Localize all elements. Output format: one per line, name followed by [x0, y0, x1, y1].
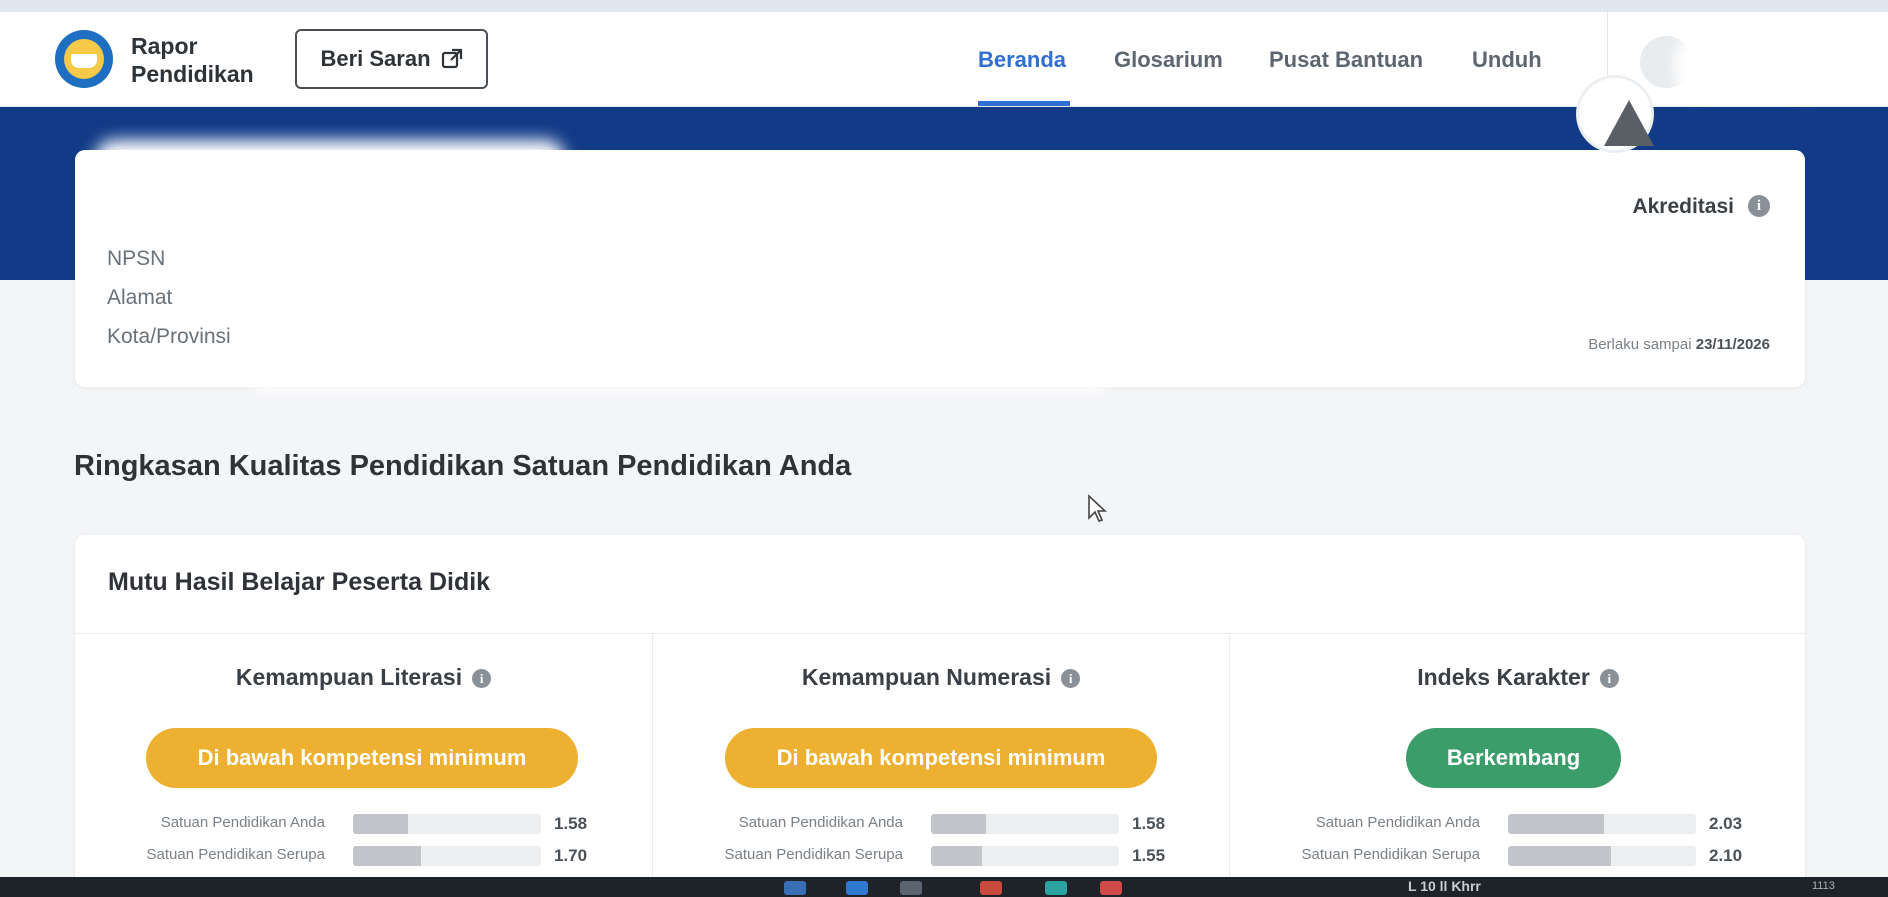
karakter-info-icon[interactable]: i	[1599, 669, 1619, 688]
row-label: Satuan Pendidikan Serupa	[1301, 846, 1480, 863]
row-value: 1.58	[554, 814, 588, 833]
bar-track	[1508, 846, 1696, 866]
numerasi-title: Kemampuan Numerasi i	[653, 664, 1229, 691]
numerasi-info-icon[interactable]: i	[1061, 669, 1081, 688]
karakter-row-serupa: Satuan Pendidikan Serupa 2.10	[1230, 846, 1807, 868]
taskbar-app-icon[interactable]	[900, 881, 922, 895]
row-label: Satuan Pendidikan Serupa	[724, 846, 903, 863]
os-taskbar: L 10 ll Khrr 1113	[0, 877, 1888, 897]
numerasi-row-anda: Satuan Pendidikan Anda 1.58	[653, 814, 1230, 836]
taskbar-app-icon[interactable]	[846, 881, 868, 895]
nav-unduh[interactable]: Unduh	[1472, 47, 1542, 73]
school-info-card: NPSN Alamat Kota/Provinsi Akreditasi i B…	[75, 140, 1805, 390]
row-label: Satuan Pendidikan Anda	[738, 814, 903, 831]
valid-prefix: Berlaku sampai	[1588, 336, 1692, 353]
mouse-cursor-icon	[1088, 494, 1107, 522]
row-value: 2.03	[1709, 814, 1743, 833]
bar-track	[931, 846, 1119, 866]
beri-saran-label: Beri Saran	[320, 46, 431, 71]
bar-track	[353, 846, 541, 866]
tray-text: L 10 ll Khrr	[1408, 878, 1481, 894]
bar-fill	[1508, 846, 1612, 866]
browser-top-strip	[0, 0, 1888, 12]
row-label: Satuan Pendidikan Serupa	[146, 846, 325, 863]
literasi-title: Kemampuan Literasi i	[75, 664, 652, 691]
row-value: 2.10	[1709, 846, 1743, 865]
numerasi-row-serupa: Satuan Pendidikan Serupa 1.55	[653, 846, 1230, 868]
alamat-label: Alamat	[107, 286, 173, 309]
taskbar-app-icon[interactable]	[1045, 881, 1067, 895]
brand-name[interactable]: Rapor Pendidikan	[131, 32, 254, 88]
redacted-school-details	[245, 200, 1115, 390]
brand-line1: Rapor	[131, 33, 198, 59]
row-label: Satuan Pendidikan Anda	[160, 814, 325, 831]
karakter-title-text: Indeks Karakter	[1417, 664, 1590, 690]
nav-beranda[interactable]: Beranda	[978, 47, 1066, 73]
karakter-title: Indeks Karakter i	[1230, 664, 1806, 691]
row-value: 1.58	[1132, 814, 1166, 833]
literasi-column: Kemampuan Literasi i Di bawah kompetensi …	[75, 634, 652, 897]
summary-title: Ringkasan Kualitas Pendidikan Satuan Pen…	[74, 450, 852, 482]
valid-date: 23/11/2026	[1695, 336, 1770, 353]
warning-triangle-icon	[1604, 100, 1654, 146]
bar-fill	[353, 814, 408, 834]
bar-track	[353, 814, 541, 834]
taskbar-app-icon[interactable]	[1100, 881, 1122, 895]
brand-line2: Pendidikan	[131, 61, 254, 87]
akreditasi-info-icon[interactable]: i	[1748, 195, 1770, 217]
karakter-row-anda: Satuan Pendidikan Anda 2.03	[1230, 814, 1807, 836]
numerasi-column: Kemampuan Numerasi i Di bawah kompetensi …	[652, 634, 1229, 897]
redacted-user-name	[1675, 32, 1825, 102]
literasi-info-icon[interactable]: i	[472, 669, 492, 688]
nav-glosarium[interactable]: Glosarium	[1114, 47, 1223, 73]
bar-track	[1508, 814, 1696, 834]
tray-clock: 1113	[1812, 880, 1835, 892]
row-value: 1.70	[554, 846, 588, 865]
bar-track	[931, 814, 1119, 834]
learning-quality-title: Mutu Hasil Belajar Peserta Didik	[108, 568, 491, 596]
nav-pusat-bantuan[interactable]: Pusat Bantuan	[1269, 47, 1423, 73]
karakter-column: Indeks Karakter i Berkembang Satuan Pendi…	[1229, 634, 1806, 897]
active-tab-indicator	[978, 101, 1070, 106]
learning-quality-card: Mutu Hasil Belajar Peserta Didik Kemampu…	[75, 535, 1805, 897]
akreditasi-title: Akreditasi	[1632, 195, 1734, 218]
literasi-row-anda: Satuan Pendidikan Anda 1.58	[75, 814, 652, 836]
accreditation-validity: Berlaku sampai 23/11/2026	[1588, 336, 1770, 353]
numerasi-title-text: Kemampuan Numerasi	[801, 664, 1052, 690]
bar-fill	[931, 814, 986, 834]
literasi-title-text: Kemampuan Literasi	[235, 664, 463, 690]
bar-fill	[353, 846, 421, 866]
literasi-row-serupa: Satuan Pendidikan Serupa 1.70	[75, 846, 652, 868]
kota-provinsi-label: Kota/Provinsi	[107, 325, 231, 348]
npsn-label: NPSN	[107, 247, 166, 270]
beri-saran-button[interactable]: Beri Saran	[295, 29, 488, 89]
numerasi-status-badge[interactable]: Di bawah kompetensi minimum	[725, 728, 1157, 788]
taskbar-app-icon[interactable]	[784, 881, 806, 895]
literasi-status-badge[interactable]: Di bawah kompetensi minimum	[146, 728, 578, 788]
rapor-logo-icon[interactable]	[55, 30, 113, 88]
external-link-icon	[441, 48, 462, 69]
bar-fill	[1508, 814, 1604, 834]
taskbar-app-icon[interactable]	[980, 881, 1002, 895]
row-value: 1.55	[1132, 846, 1166, 865]
row-label: Satuan Pendidikan Anda	[1315, 814, 1480, 831]
bar-fill	[931, 846, 982, 866]
karakter-status-badge[interactable]: Berkembang	[1406, 728, 1621, 788]
